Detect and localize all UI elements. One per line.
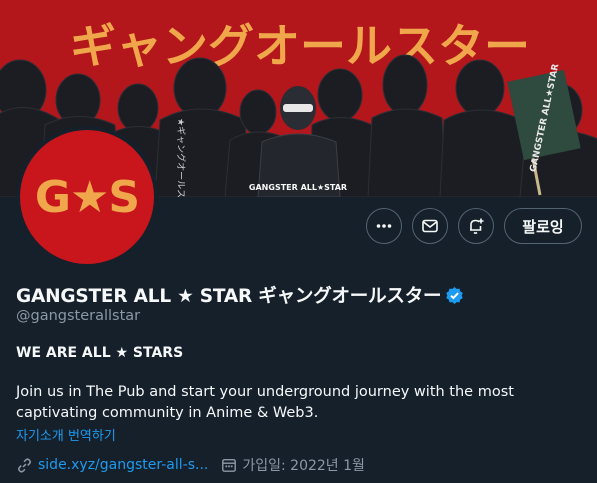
profile-avatar[interactable]: G★S <box>16 126 158 268</box>
joined-item: 가입일: 2022년 1월 <box>221 455 365 475</box>
profile-handle: @gangsterallstar <box>16 308 141 324</box>
profile-meta: side.xyz/gangster-all-s... 가입일: 2022년 1월 <box>16 455 365 475</box>
banner-back-text: ★ギャングオールスター <box>175 118 187 197</box>
profile-name-row: GANGSTER ALL ★ STAR ギャングオールスター <box>16 282 464 308</box>
profile-tagline: WE ARE ALL ★ STARS <box>16 345 184 361</box>
more-button[interactable] <box>366 208 402 244</box>
message-button[interactable] <box>412 208 448 244</box>
profile-actions: 팔로잉 <box>366 208 582 244</box>
profile-bio: Join us in The Pub and start your underg… <box>16 384 514 421</box>
avatar-logo: G★S <box>20 130 154 264</box>
joined-date: 가입일: 2022년 1월 <box>242 458 365 474</box>
verified-badge-icon[interactable] <box>445 286 464 305</box>
bell-plus-icon <box>470 218 484 234</box>
avatar-logo-text: G★S <box>34 171 140 223</box>
more-dots-icon <box>376 224 392 228</box>
banner-jacket-text: GANGSTER ALL★STAR <box>249 183 347 192</box>
envelope-icon <box>422 219 438 233</box>
website-item: side.xyz/gangster-all-s... <box>16 457 208 474</box>
banner-headline: ギャングオールスター <box>70 19 530 73</box>
display-name: GANGSTER ALL ★ STAR ギャングオールスター <box>16 286 442 307</box>
calendar-icon <box>222 458 237 472</box>
following-button[interactable]: 팔로잉 <box>504 208 582 244</box>
translate-bio-link[interactable]: 자기소개 번역하기 <box>16 425 116 444</box>
website-link[interactable]: side.xyz/gangster-all-s... <box>38 457 208 473</box>
notify-button[interactable] <box>458 208 494 244</box>
link-icon <box>18 457 31 473</box>
